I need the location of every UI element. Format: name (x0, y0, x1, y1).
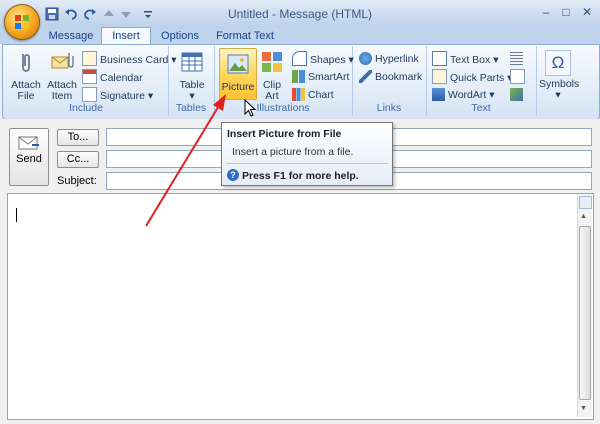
shapes-button[interactable]: Shapes ▾ (292, 51, 354, 67)
bookmark-icon (359, 70, 372, 83)
quick-parts-button[interactable]: Quick Parts ▾ (432, 69, 512, 85)
group-include-label: Include (69, 102, 103, 114)
clip-art-icon (262, 52, 282, 72)
up-icon[interactable] (101, 6, 117, 22)
scroll-down-icon[interactable]: ▼ (580, 405, 587, 412)
smartart-button[interactable]: SmartArt (292, 69, 349, 85)
group-links-label: Links (376, 102, 402, 114)
office-button[interactable] (4, 4, 40, 40)
quick-parts-label: Quick Parts (450, 72, 505, 84)
signature-label: Signature (100, 90, 145, 102)
smartart-icon (292, 70, 305, 83)
table-icon (181, 52, 203, 72)
drop-cap-icon (510, 52, 523, 65)
text-box-button[interactable]: Text Box ▾ (432, 51, 498, 67)
bookmark-button[interactable]: Bookmark (359, 69, 422, 85)
to-button[interactable]: To... (57, 129, 99, 146)
hyperlink-button[interactable]: Hyperlink (359, 51, 419, 67)
object-icon (510, 88, 523, 101)
down-icon[interactable] (118, 6, 134, 22)
clip-art-button[interactable]: Clip Art (258, 50, 286, 102)
chart-button[interactable]: Chart (292, 87, 334, 103)
symbols-dropdown-icon: ▾ (555, 89, 561, 101)
message-body[interactable] (7, 193, 594, 420)
tooltip-title: Insert Picture from File (227, 128, 342, 140)
attach-file-label: Attach File (11, 79, 41, 102)
scroll-up-icon[interactable]: ▲ (580, 213, 587, 220)
tooltip-description: Insert a picture from a file. (232, 146, 354, 158)
business-card-icon (82, 51, 97, 66)
send-button[interactable]: Send (9, 128, 49, 186)
attach-item-label: Attach Item (47, 79, 77, 102)
drop-cap-button[interactable] (510, 51, 526, 67)
omega-icon: Ω (545, 50, 571, 76)
undo-icon[interactable] (63, 6, 79, 22)
clip-art-label: Clip Art (262, 79, 282, 102)
symbols-button[interactable]: Ω Symbols ▾ (539, 50, 579, 101)
calendar-label: Calendar (100, 72, 143, 84)
calendar-button[interactable]: Calendar (82, 69, 143, 85)
text-box-label: Text Box (450, 54, 491, 66)
cc-button[interactable]: Cc... (57, 151, 99, 168)
wordart-button[interactable]: WordArt ▾ (432, 87, 495, 103)
signature-icon (82, 87, 97, 102)
group-text-label: Text (471, 102, 491, 114)
send-envelope-icon (18, 136, 39, 150)
group-illustrations-label: Illustrations (256, 102, 310, 114)
shapes-icon (292, 51, 307, 66)
chart-icon (292, 88, 305, 101)
tab-insert[interactable]: Insert (101, 27, 151, 44)
send-label: Send (16, 153, 42, 165)
tooltip-divider (226, 163, 388, 164)
scrollbar-thumb[interactable] (579, 226, 591, 400)
smartart-label: SmartArt (308, 71, 350, 83)
ruler-toggle-icon[interactable] (579, 196, 592, 209)
hyperlink-icon (359, 52, 372, 65)
chart-label: Chart (308, 89, 334, 101)
mouse-pointer-icon (244, 99, 257, 117)
save-icon[interactable] (44, 6, 60, 22)
subject-label: Subject: (57, 175, 97, 187)
office-logo-icon (15, 15, 29, 29)
tab-options[interactable]: Options (155, 28, 205, 44)
tab-format-text[interactable]: Format Text (213, 28, 277, 44)
shapes-label: Shapes (310, 54, 346, 66)
quick-parts-icon (432, 69, 447, 84)
picture-icon (227, 54, 249, 74)
minimize-button[interactable]: – (535, 4, 557, 22)
help-icon: ? (227, 169, 239, 181)
wordart-icon (432, 88, 445, 101)
wordart-label: WordArt (448, 89, 487, 101)
picture-label: Picture (221, 81, 255, 93)
hyperlink-label: Hyperlink (375, 53, 419, 65)
picture-button[interactable]: Picture (219, 48, 257, 100)
text-box-icon (432, 51, 447, 66)
window-title: Untitled - Message (HTML) (227, 7, 373, 21)
signature-button[interactable]: Signature ▾ (82, 87, 153, 103)
date-time-button[interactable] (510, 69, 528, 85)
group-tables-label: Tables (175, 102, 207, 114)
bookmark-label: Bookmark (375, 71, 423, 83)
text-caret (16, 208, 17, 222)
business-card-button[interactable]: Business Card ▾ (82, 51, 176, 67)
object-button[interactable] (510, 87, 526, 103)
redo-icon[interactable] (82, 6, 98, 22)
attach-item-button[interactable]: Attach Item (45, 50, 79, 102)
table-dropdown-icon: ▾ (189, 90, 195, 102)
maximize-button[interactable]: □ (555, 4, 577, 22)
customize-icon[interactable] (140, 6, 156, 22)
table-button[interactable]: Table ▾ (174, 50, 210, 102)
date-time-icon (510, 69, 525, 84)
paperclip-icon (22, 54, 30, 72)
envelope-paperclip-icon (51, 53, 74, 69)
attach-file-button[interactable]: Attach File (9, 50, 43, 102)
picture-tooltip: Insert Picture from File Insert a pictur… (221, 122, 393, 186)
tooltip-help: Press F1 for more help. (242, 170, 359, 182)
calendar-icon (82, 69, 97, 84)
tab-message[interactable]: Message (46, 28, 96, 44)
close-button[interactable]: ✕ (576, 4, 598, 22)
business-card-label: Business Card (100, 54, 169, 66)
